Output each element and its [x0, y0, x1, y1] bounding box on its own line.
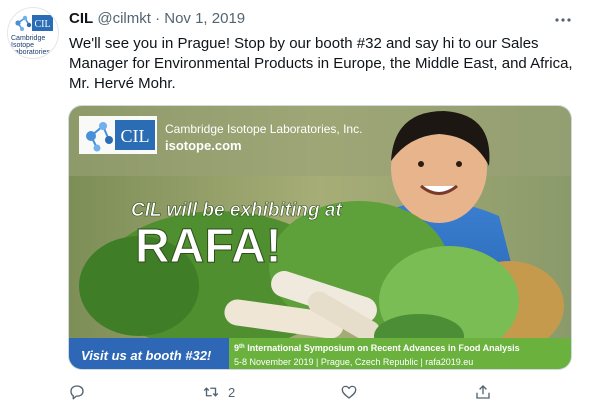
tweet-date[interactable]: Nov 1, 2019	[164, 10, 245, 27]
symposium-title: 9th International Symposium on Recent Ad…	[234, 343, 520, 353]
svg-text:CIL: CIL	[34, 19, 50, 30]
cil-logo-icon: CIL	[15, 15, 53, 31]
separator-dot: ·	[155, 10, 161, 27]
more-icon	[555, 18, 571, 22]
share-button[interactable]	[474, 378, 500, 406]
tweet[interactable]: CIL Cambridge Isotope Laboratories CIL @…	[0, 0, 592, 414]
heart-icon	[341, 385, 357, 399]
author-name[interactable]: CIL	[69, 10, 93, 27]
tweet-actions: 2	[0, 378, 592, 406]
reply-icon	[70, 385, 84, 400]
retweet-button[interactable]: 2	[202, 378, 235, 406]
tweet-header: CIL @cilmkt · Nov 1, 2019	[69, 10, 245, 30]
company-website: isotope.com	[165, 138, 242, 153]
exhibit-line: CIL will be exhibiting at	[131, 200, 342, 221]
more-options-button[interactable]	[553, 10, 573, 30]
booth-text: Visit us at booth #32!	[81, 348, 212, 363]
symposium-details: 5-8 November 2019 | Prague, Czech Republ…	[234, 357, 473, 367]
retweet-icon	[203, 387, 219, 397]
avatar[interactable]: CIL Cambridge Isotope Laboratories	[7, 7, 59, 59]
rafa-promo-graphic: CIL Cambridge Isotope Laboratories, Inc.…	[69, 106, 571, 369]
tweet-text: We'll see you in Prague! Stop by our boo…	[69, 35, 573, 92]
tweet-media-image[interactable]: CIL Cambridge Isotope Laboratories, Inc.…	[68, 105, 572, 370]
svg-text:CIL: CIL	[121, 126, 150, 146]
event-name: RAFA!	[135, 220, 282, 273]
author-handle[interactable]: @cilmkt	[97, 10, 151, 27]
reply-button[interactable]	[68, 378, 94, 406]
share-icon	[476, 385, 490, 399]
avatar-caption: Cambridge Isotope Laboratories	[11, 35, 50, 56]
company-name: Cambridge Isotope Laboratories, Inc.	[165, 122, 362, 136]
retweet-count: 2	[228, 384, 236, 400]
like-button[interactable]	[340, 378, 366, 406]
